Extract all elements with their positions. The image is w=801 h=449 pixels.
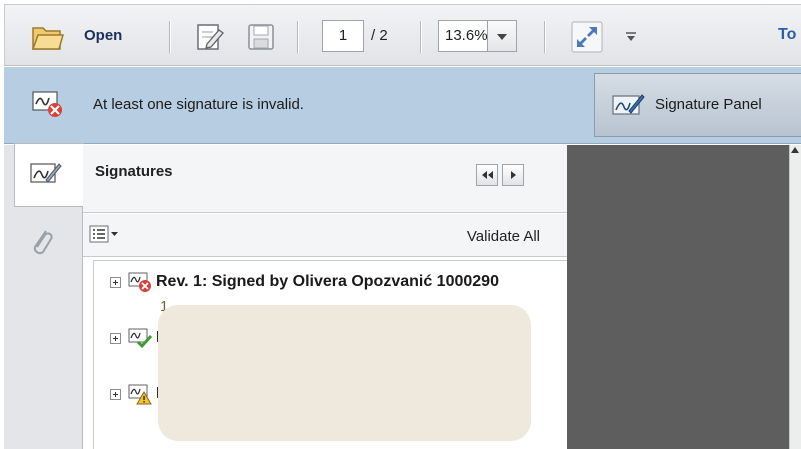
validate-all-button[interactable]: Validate All — [467, 228, 540, 245]
signatures-options-bar: Validate All — [83, 214, 567, 257]
signature-warning-icon — [128, 383, 152, 405]
signatures-icon — [29, 160, 63, 192]
scroll-up-icon[interactable] — [791, 147, 799, 153]
signatures-panel: Signatures Validate All Rev. 1: Signed b… — [83, 145, 567, 449]
signature-invalid-icon — [128, 271, 151, 293]
chevron-down-icon — [497, 34, 507, 40]
total-pages: / 2 — [371, 27, 388, 44]
edit-document-icon[interactable] — [195, 22, 225, 56]
panel-forward-button[interactable] — [502, 164, 524, 186]
page-number-input[interactable]: 1 — [322, 20, 364, 52]
signatures-panel-header: Signatures — [83, 145, 567, 213]
signature-panel-label: Signature Panel — [655, 96, 762, 113]
document-message-bar: At least one signature is invalid. Signa… — [4, 67, 801, 144]
signature-invalid-icon — [32, 89, 64, 123]
zoom-value: 13.6% — [445, 27, 488, 44]
play-icon — [511, 171, 516, 179]
options-menu-icon[interactable] — [89, 225, 129, 249]
zoom-input[interactable]: 13.6% — [438, 20, 488, 52]
signature-row-label: Rev. 1: Signed by Olivera Opozvanić 1000… — [156, 273, 499, 290]
signature-pen-icon — [611, 91, 645, 123]
expand-toggle[interactable] — [110, 277, 121, 288]
tools-tab[interactable]: To — [778, 26, 796, 44]
signatures-nav-tab[interactable] — [14, 143, 84, 207]
message-text: At least one signature is invalid. — [93, 96, 304, 113]
open-button[interactable]: Open — [84, 27, 122, 44]
panel-back-button[interactable] — [476, 164, 498, 186]
expand-toggle[interactable] — [110, 333, 121, 344]
folder-open-icon[interactable] — [31, 23, 65, 55]
rewind-icon — [482, 171, 493, 179]
vertical-scrollbar[interactable] — [789, 145, 801, 449]
panel-title: Signatures — [95, 163, 173, 180]
more-tools-icon[interactable] — [625, 31, 637, 47]
zoom-dropdown-button[interactable] — [487, 20, 517, 52]
document-view[interactable] — [567, 145, 789, 449]
signature-valid-icon — [128, 327, 153, 349]
redaction-overlay — [158, 305, 531, 441]
save-icon[interactable] — [246, 22, 276, 56]
paperclip-icon[interactable] — [28, 225, 54, 263]
main-toolbar: Open 1 / 2 13.6% To — [4, 4, 801, 66]
signature-panel-button[interactable]: Signature Panel — [594, 73, 801, 137]
expand-toggle[interactable] — [110, 389, 121, 400]
signature-row[interactable]: Rev. 1: Signed by Olivera Opozvanić 1000… — [94, 271, 567, 295]
current-page: 1 — [338, 27, 348, 44]
expand-arrows-icon[interactable] — [571, 21, 603, 57]
